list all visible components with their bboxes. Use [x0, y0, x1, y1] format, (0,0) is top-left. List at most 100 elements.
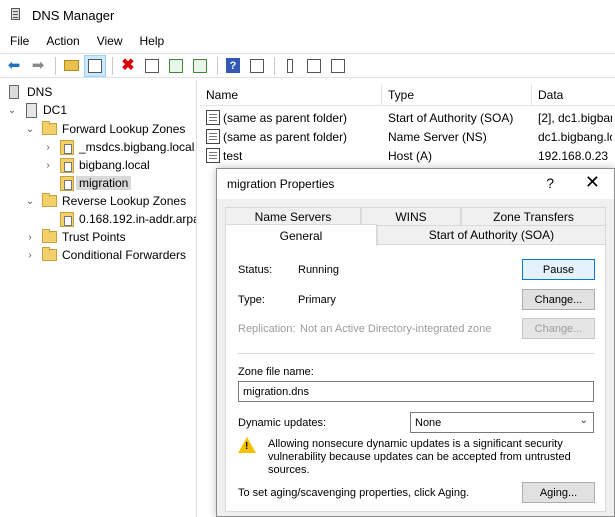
divider	[238, 353, 594, 354]
console-icon	[250, 58, 264, 73]
console-button[interactable]	[246, 55, 268, 77]
tree-item-bigbang-zone[interactable]: › bigbang.local	[42, 156, 150, 174]
tree-item-label: DNS	[27, 85, 53, 99]
tree-item-reverse-zone[interactable]: 0.168.192.in-addr.arpa	[60, 210, 197, 228]
column-header-type[interactable]: Type	[382, 84, 532, 106]
dynamic-updates-label: Dynamic updates:	[238, 417, 327, 429]
toolbar-separator	[55, 56, 56, 75]
forward-arrow-icon: ➡	[31, 57, 45, 74]
close-icon[interactable]: ✕	[585, 172, 600, 193]
properties-button[interactable]	[141, 55, 163, 77]
type-label: Type:	[238, 294, 265, 306]
tree-item-label: migration	[76, 176, 132, 190]
record-icon	[206, 148, 220, 163]
help-icon[interactable]: ?	[546, 175, 554, 191]
tree-item-trust-points[interactable]: › Trust Points	[24, 228, 126, 246]
table-row[interactable]: (same as parent folder) Start of Authori…	[200, 108, 615, 127]
dynamic-updates-select[interactable]: None ⌄	[410, 412, 594, 433]
zone-icon	[60, 175, 74, 191]
record-data: [2], dc1.bigbang.local.	[538, 110, 612, 125]
show-hide-tree-button[interactable]	[84, 54, 106, 77]
record-type: Host (A)	[388, 148, 433, 163]
menu-bar: File Action View Help	[0, 30, 615, 52]
zone-file-input[interactable]: migration.dns	[238, 381, 594, 402]
list-header: Name Type Data	[200, 84, 615, 106]
dynamic-updates-value: None	[415, 416, 442, 429]
tree-item-migration-zone[interactable]: migration	[60, 174, 132, 192]
menu-action[interactable]: Action	[39, 34, 86, 48]
export-list-button[interactable]	[189, 55, 211, 77]
menu-view[interactable]: View	[90, 34, 130, 48]
toolbar: ⬅ ➡ ✖ ?	[0, 53, 615, 78]
table-row[interactable]: test Host (A) 192.168.0.23	[200, 146, 615, 165]
tab-zone-transfers[interactable]: Zone Transfers	[461, 207, 606, 227]
change-replication-button[interactable]: Change...	[522, 318, 595, 339]
tab-start-of-authority[interactable]: Start of Authority (SOA)	[377, 225, 606, 245]
back-button[interactable]: ⬅	[3, 55, 25, 77]
chevron-down-icon[interactable]: ⌄	[24, 124, 36, 135]
chevron-down-icon[interactable]: ⌄	[24, 196, 36, 207]
table-row[interactable]: (same as parent folder) Name Server (NS)…	[200, 127, 615, 146]
refresh-button[interactable]	[165, 55, 187, 77]
chevron-down-icon[interactable]: ⌄	[6, 105, 18, 116]
toolbar-separator	[112, 56, 113, 75]
dialog-title: migration Properties	[227, 177, 335, 191]
tree-item-label: 0.168.192.in-addr.arpa	[79, 212, 197, 226]
help-icon: ?	[226, 58, 240, 73]
chevron-right-icon[interactable]: ›	[24, 232, 36, 243]
column-header-data[interactable]: Data	[532, 84, 615, 106]
record-data: 192.168.0.23	[538, 148, 609, 163]
server-button[interactable]	[279, 55, 301, 77]
title-bar: DNS Manager	[0, 0, 615, 30]
tree-item-label: Conditional Forwarders	[62, 248, 187, 262]
server-icon	[287, 58, 293, 73]
dns-icon	[6, 84, 21, 100]
menu-file[interactable]: File	[3, 34, 36, 48]
forward-button[interactable]: ➡	[27, 55, 49, 77]
chevron-right-icon[interactable]: ›	[42, 160, 54, 171]
tree-item-conditional-forwarders[interactable]: › Conditional Forwarders	[24, 246, 186, 264]
delete-button[interactable]: ✖	[117, 55, 139, 77]
copy-button[interactable]	[327, 55, 349, 77]
back-arrow-icon: ⬅	[7, 57, 21, 74]
record-icon	[206, 110, 220, 125]
zone-properties-dialog: migration Properties ? ✕ Name Servers WI…	[216, 168, 615, 517]
tree-item-msdcs-zone[interactable]: › _msdcs.bigbang.local	[42, 138, 194, 156]
chevron-down-icon: ⌄	[579, 415, 588, 426]
console-tree: DNS ⌄ DC1 ⌄ Forward Lookup Zones › _msdc…	[0, 80, 197, 517]
tree-item-forward-lookup-zones[interactable]: ⌄ Forward Lookup Zones	[24, 120, 185, 138]
chevron-right-icon[interactable]: ›	[42, 142, 54, 153]
warning-text: Allowing nonsecure dynamic updates is a …	[268, 438, 571, 476]
server-icon	[24, 102, 38, 118]
replication-value: Not an Active Directory-integrated zone	[300, 323, 492, 335]
help-button[interactable]: ?	[222, 55, 244, 77]
tree-item-dns[interactable]: DNS	[6, 83, 52, 101]
pause-button[interactable]: Pause	[522, 259, 595, 280]
status-value: Running	[298, 264, 339, 276]
replication-label: Replication:	[238, 323, 296, 335]
menu-help[interactable]: Help	[133, 34, 172, 48]
export-list-icon	[193, 58, 207, 73]
zone-icon	[60, 157, 74, 173]
column-header-name[interactable]: Name	[200, 84, 382, 106]
tree-item-reverse-lookup-zones[interactable]: ⌄ Reverse Lookup Zones	[24, 192, 186, 210]
window-title: DNS Manager	[32, 7, 115, 23]
tree-item-dc1[interactable]: ⌄ DC1	[6, 101, 67, 119]
record-name: test	[223, 148, 243, 163]
list-button[interactable]	[303, 55, 325, 77]
chevron-right-icon[interactable]: ›	[24, 250, 36, 261]
refresh-icon	[169, 58, 183, 73]
aging-button[interactable]: Aging...	[522, 482, 595, 503]
tree-item-label: _msdcs.bigbang.local	[79, 140, 195, 154]
status-label: Status:	[238, 264, 273, 276]
toolbar-separator	[217, 56, 218, 75]
zone-icon	[60, 139, 74, 155]
change-type-button[interactable]: Change...	[522, 289, 595, 310]
record-data: dc1.bigbang.local.	[538, 129, 612, 144]
show-hide-tree-icon	[88, 58, 102, 73]
tree-item-label: bigbang.local	[79, 158, 150, 172]
tab-general[interactable]: General	[225, 224, 377, 246]
up-one-level-button[interactable]	[60, 55, 82, 77]
general-tab-panel: Status: Running Pause Type: Primary Chan…	[225, 244, 606, 512]
record-icon	[206, 129, 220, 144]
